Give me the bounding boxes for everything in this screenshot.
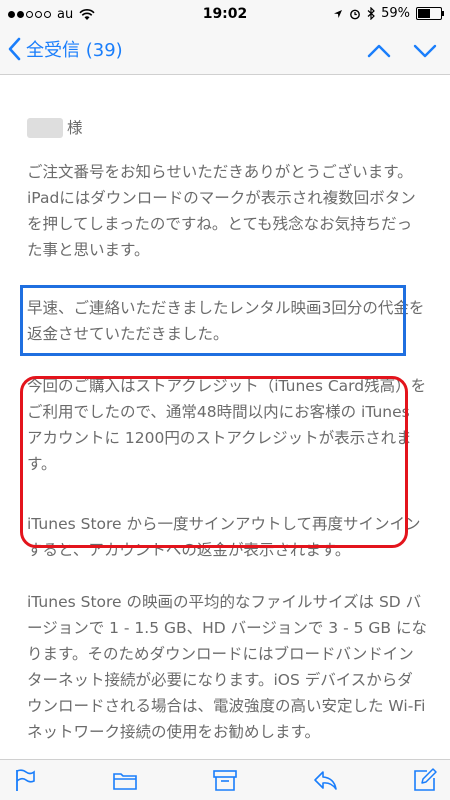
status-bar: au 19:02 59% bbox=[0, 0, 450, 30]
battery-icon bbox=[416, 7, 444, 20]
bottom-toolbar bbox=[0, 759, 450, 800]
alarm-icon bbox=[350, 9, 360, 19]
redacted-name bbox=[27, 118, 63, 138]
compose-icon[interactable] bbox=[412, 767, 438, 793]
greeting: 様 bbox=[27, 115, 427, 141]
back-to-inbox-button[interactable]: 全受信 (39) bbox=[6, 36, 123, 62]
message-navigation bbox=[366, 38, 438, 64]
blue-highlight-box bbox=[20, 285, 406, 356]
red-highlight-box bbox=[20, 376, 408, 548]
email-paragraph: iPadにはダウンロードのマークが表示され複数回ボタンを押してしまったのですね。… bbox=[27, 189, 416, 259]
back-label: 全受信 (39) bbox=[26, 40, 123, 61]
bluetooth-icon bbox=[367, 7, 375, 20]
chevron-down-icon[interactable] bbox=[412, 38, 438, 64]
location-arrow-icon bbox=[334, 9, 343, 18]
greeting-suffix: 様 bbox=[67, 119, 83, 137]
battery-percent: 59% bbox=[381, 6, 410, 21]
email-body[interactable]: 様 ご注文番号をお知らせいただきありがとうございます。 iPadにはダウンロード… bbox=[0, 75, 450, 759]
email-paragraph: iTunes Store の映画の平均的なファイルサイズは SD バージョンで … bbox=[27, 593, 427, 741]
status-right: 59% bbox=[333, 6, 444, 21]
navigation-bar: 全受信 (39) bbox=[0, 30, 450, 75]
flag-icon[interactable] bbox=[12, 767, 38, 793]
reply-icon[interactable] bbox=[312, 767, 338, 793]
chevron-up-icon[interactable] bbox=[366, 38, 392, 64]
archive-icon[interactable] bbox=[212, 767, 238, 793]
folder-icon[interactable] bbox=[112, 767, 138, 793]
chevron-left-icon bbox=[8, 37, 21, 61]
email-paragraph: ご注文番号をお知らせいただきありがとうございます。 bbox=[27, 163, 413, 181]
